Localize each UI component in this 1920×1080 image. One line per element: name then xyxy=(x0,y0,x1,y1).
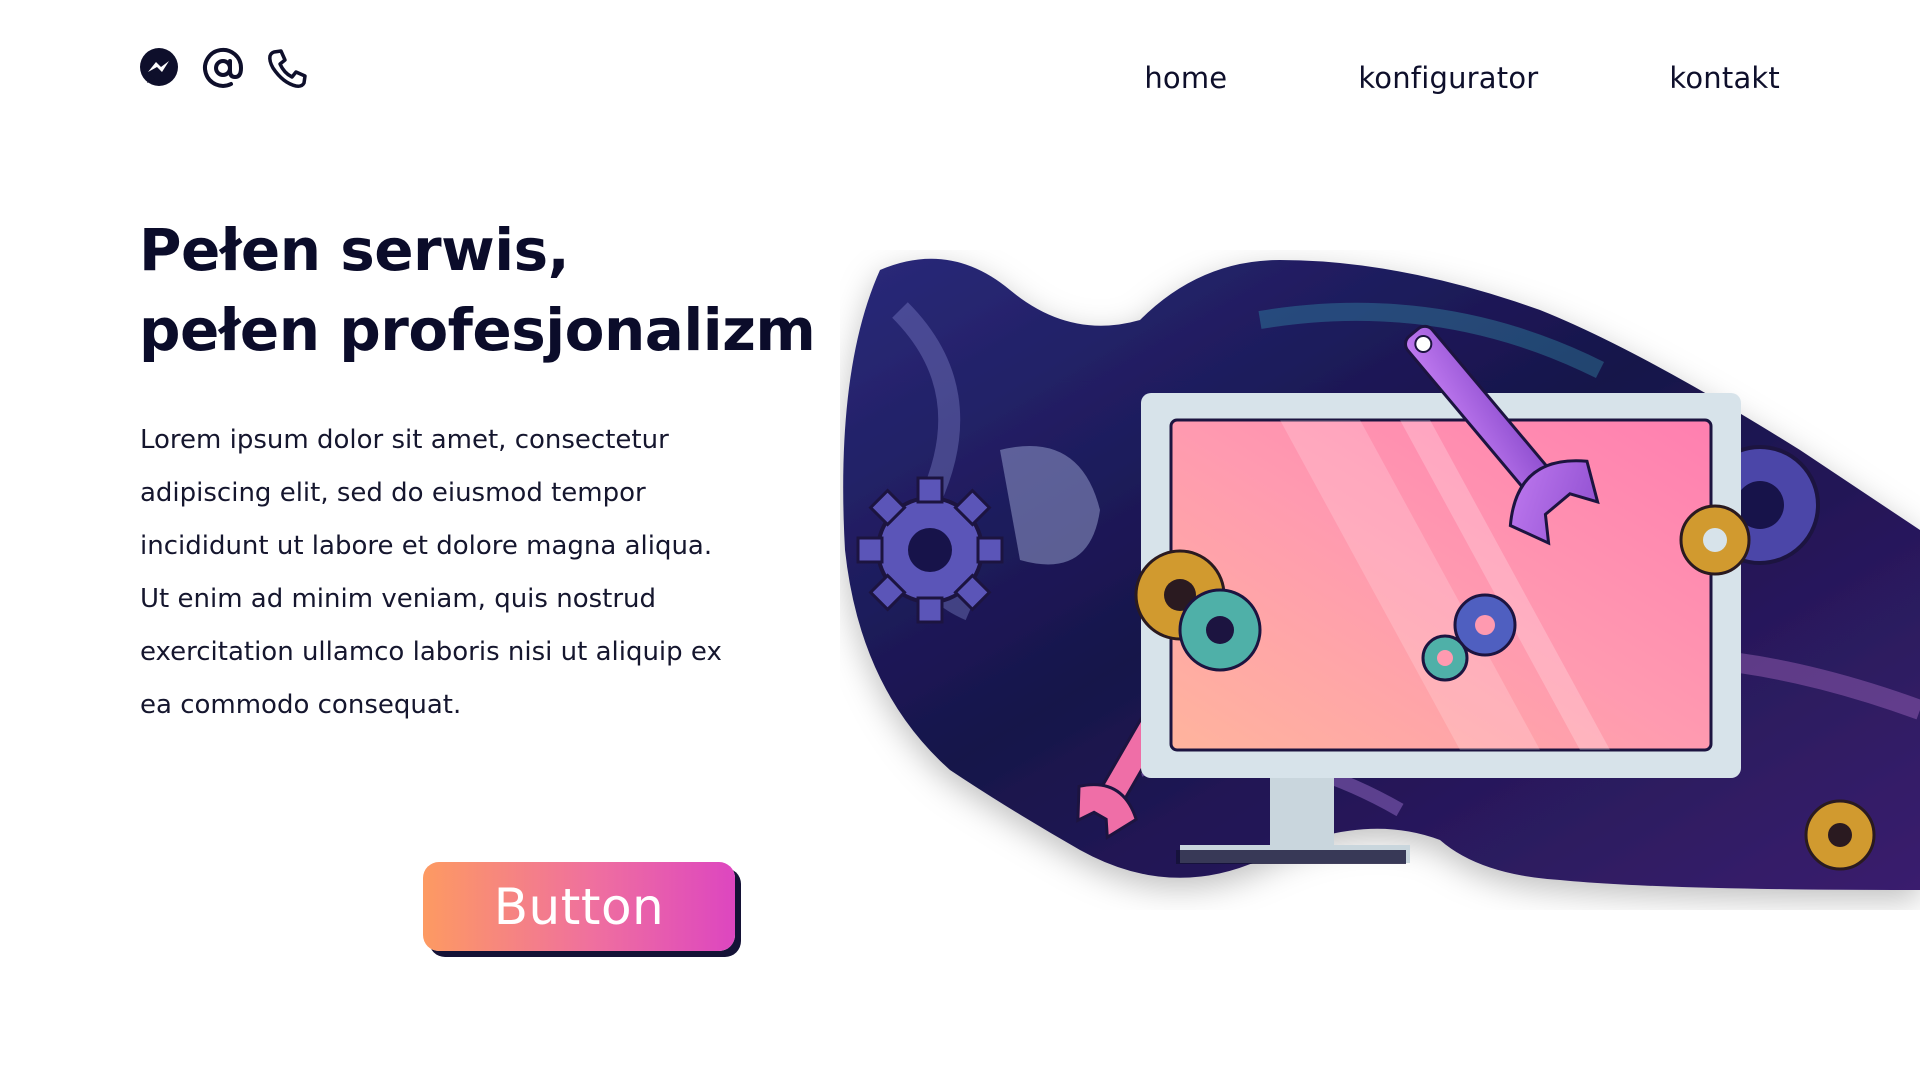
gear-teal-left xyxy=(1178,588,1262,672)
nav-home[interactable]: home xyxy=(1144,61,1227,95)
gear-yellow-bottom xyxy=(1804,799,1876,871)
hero-title: Pełen serwis, pełen profesjonalizm xyxy=(139,210,816,370)
monitor xyxy=(1141,393,1741,778)
hero-title-line1: Pełen serwis, xyxy=(139,216,570,284)
main-nav: home konfigurator kontakt xyxy=(1144,56,1780,100)
hero-description: Lorem ipsum dolor sit amet, consectetur … xyxy=(140,425,722,720)
cta-button[interactable]: Button xyxy=(423,862,735,951)
computer-repair-illustration xyxy=(843,258,1920,890)
gear-teal-small xyxy=(1421,634,1469,682)
nav-konfigurator[interactable]: konfigurator xyxy=(1358,61,1538,95)
hero-illustration xyxy=(840,250,1920,910)
gear-purple-left xyxy=(856,476,1004,624)
hero-title-line2: pełen profesjonalizm xyxy=(139,296,816,364)
gear-yellow-right xyxy=(1679,504,1751,576)
at-sign-icon[interactable] xyxy=(201,46,245,90)
messenger-icon[interactable] xyxy=(137,46,181,90)
phone-icon[interactable] xyxy=(265,46,309,90)
contact-icons xyxy=(137,46,309,90)
nav-kontakt[interactable]: kontakt xyxy=(1669,61,1780,95)
